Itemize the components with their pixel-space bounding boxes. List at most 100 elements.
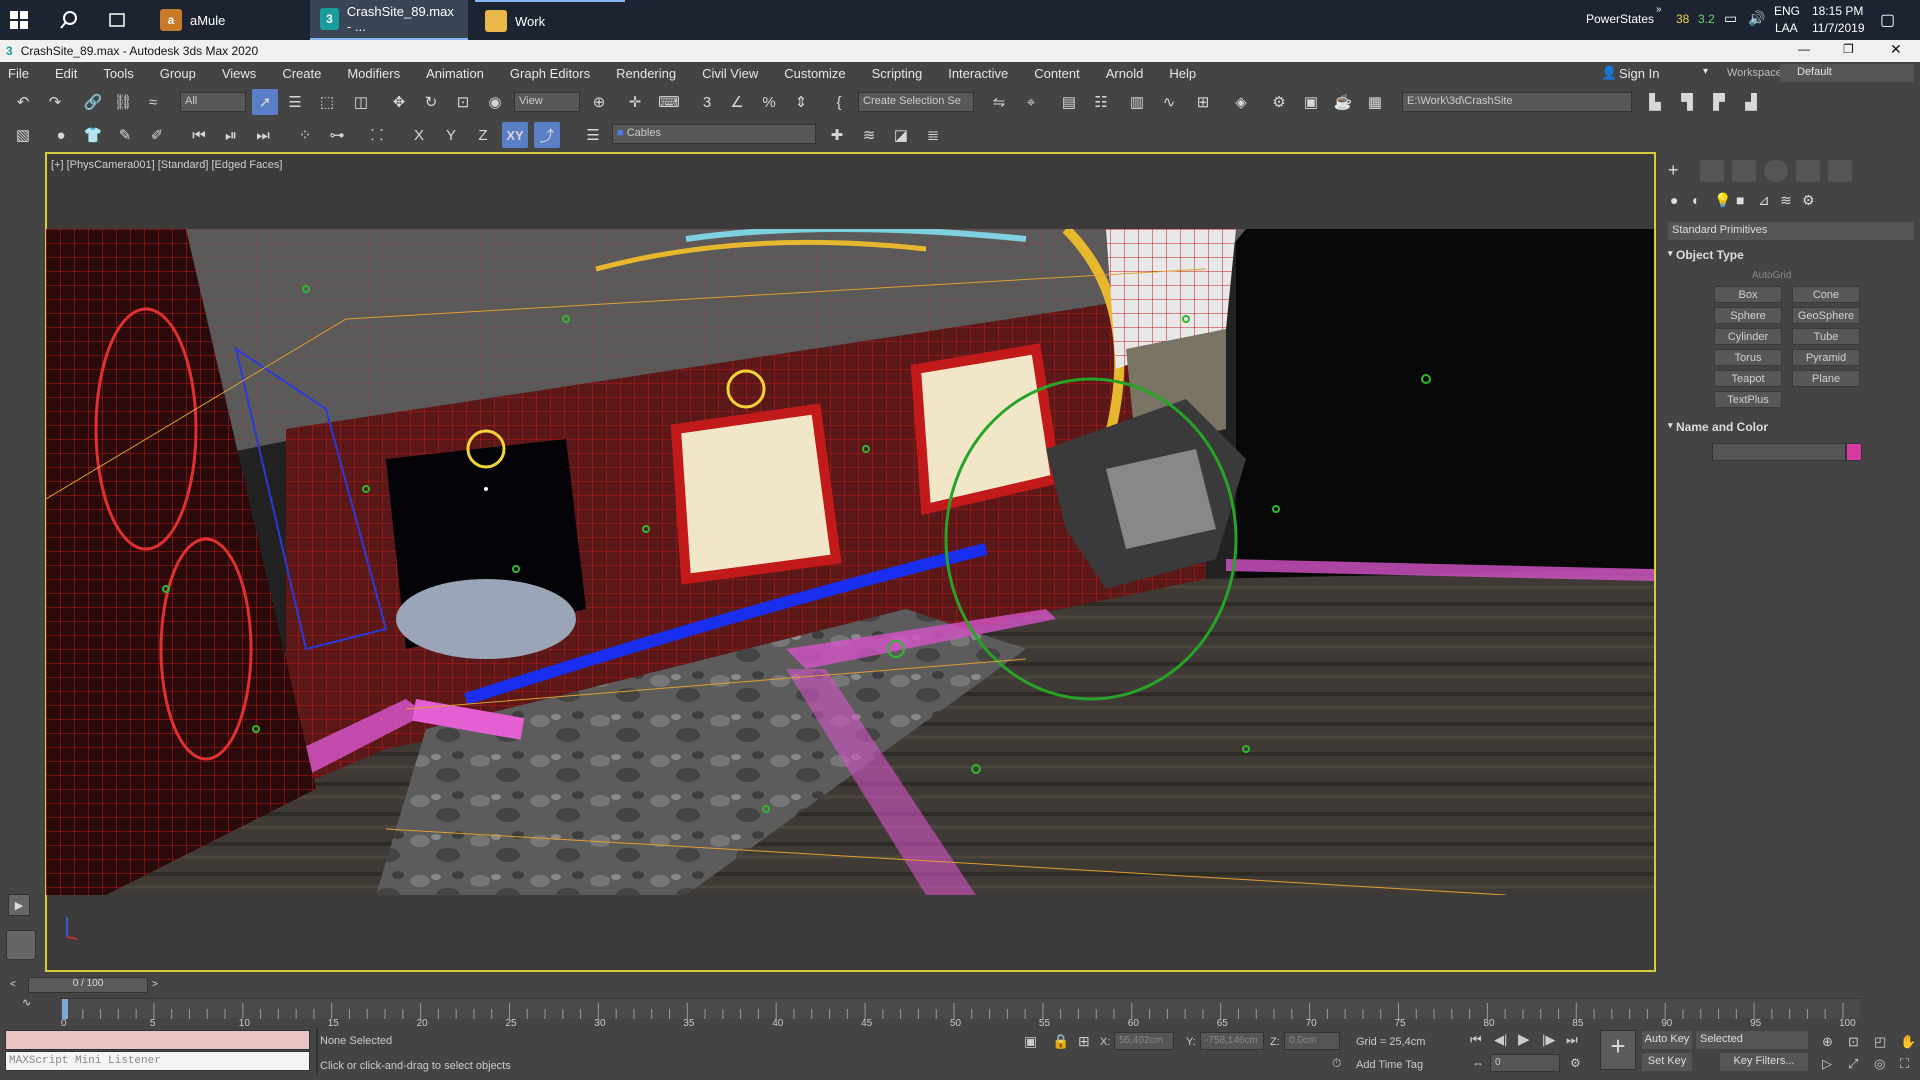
time-slider-prev-icon[interactable]: < bbox=[10, 979, 16, 990]
motion-tab-icon[interactable] bbox=[1764, 160, 1788, 182]
percent-snap-icon[interactable]: % bbox=[756, 89, 782, 115]
manipulate-icon[interactable]: ✛ bbox=[622, 89, 648, 115]
set-key-big-icon[interactable]: + bbox=[1600, 1030, 1636, 1070]
menu-edit[interactable]: Edit bbox=[42, 66, 90, 81]
menu-interactive[interactable]: Interactive bbox=[935, 66, 1021, 81]
isolate-icon[interactable]: ⸬ bbox=[364, 122, 390, 148]
systems-category-icon[interactable]: ⚙ bbox=[1802, 192, 1815, 209]
sphere-button[interactable]: Sphere bbox=[1714, 307, 1782, 324]
volume-icon[interactable]: 🔊 bbox=[1748, 10, 1765, 27]
cylinder-button[interactable]: Cylinder bbox=[1714, 328, 1782, 345]
time-slider[interactable]: 0 / 100 bbox=[28, 977, 148, 993]
layer-manager-icon[interactable]: ☰ bbox=[580, 122, 606, 148]
shirt-icon[interactable]: 👕 bbox=[80, 122, 106, 148]
previous-frame-icon[interactable]: ◀| bbox=[1494, 1032, 1507, 1048]
object-name-input[interactable] bbox=[1712, 443, 1846, 461]
clock-time[interactable]: 18:15 PM bbox=[1812, 4, 1863, 18]
render-production-icon[interactable]: ☕ bbox=[1330, 89, 1356, 115]
reference-coord-dropdown[interactable]: View bbox=[514, 92, 580, 112]
time-tag-icon[interactable]: ⏱ bbox=[1332, 1056, 1341, 1071]
render-setup-icon[interactable]: ⚙ bbox=[1266, 89, 1292, 115]
menu-help[interactable]: Help bbox=[1156, 66, 1209, 81]
taskbar-app-3dsmax[interactable]: 3 CrashSite_89.max - ... bbox=[310, 0, 468, 40]
menu-scripting[interactable]: Scripting bbox=[859, 66, 936, 81]
viewport-render[interactable] bbox=[46, 229, 1654, 895]
object-color-swatch[interactable] bbox=[1846, 443, 1862, 461]
timeline-track[interactable] bbox=[60, 998, 1860, 1019]
field-of-view-icon[interactable]: ◰ bbox=[1874, 1034, 1886, 1050]
menu-arnold[interactable]: Arnold bbox=[1093, 66, 1157, 81]
sphere-object-icon[interactable]: ● bbox=[48, 122, 74, 148]
layer-stack-icon[interactable]: ≣ bbox=[920, 122, 946, 148]
language-indicator[interactable]: ENG bbox=[1774, 4, 1800, 18]
mirror-icon[interactable]: ⇋ bbox=[986, 89, 1012, 115]
cameras-category-icon[interactable]: ■ bbox=[1736, 192, 1744, 208]
menu-group[interactable]: Group bbox=[147, 66, 209, 81]
walkthrough-icon[interactable]: ⤢ bbox=[1848, 1056, 1858, 1072]
network-icon[interactable]: ▭ bbox=[1724, 10, 1737, 27]
shapes-category-icon[interactable]: ◐ bbox=[1692, 192, 1700, 208]
bind-space-warp-icon[interactable]: ≈ bbox=[140, 89, 166, 115]
place-icon[interactable]: ◉ bbox=[482, 89, 508, 115]
tube-button[interactable]: Tube bbox=[1792, 328, 1860, 345]
add-to-layer-icon[interactable]: ≋ bbox=[856, 122, 882, 148]
geometry-category-icon[interactable]: ● bbox=[1670, 192, 1678, 208]
minimize-icon[interactable]: — bbox=[1798, 42, 1810, 56]
menu-modifiers[interactable]: Modifiers bbox=[334, 66, 413, 81]
y-coordinate-field[interactable]: -758,146cm bbox=[1200, 1032, 1264, 1050]
rotate-icon[interactable]: ↻ bbox=[418, 89, 444, 115]
maxscript-output[interactable] bbox=[5, 1030, 310, 1050]
anim-next-icon[interactable]: ⏭ bbox=[250, 122, 276, 148]
link-icon[interactable]: 🔗 bbox=[80, 89, 106, 115]
name-and-color-header[interactable]: Name and Color bbox=[1676, 420, 1768, 434]
clock-date[interactable]: 11/7/2019 bbox=[1812, 21, 1865, 35]
open-project-icon[interactable]: ▜ bbox=[1674, 89, 1700, 115]
zoom-all-icon[interactable]: ⊡ bbox=[1848, 1034, 1859, 1050]
keyboard-shortcut-icon[interactable]: ⌨ bbox=[656, 89, 682, 115]
absolute-mode-icon[interactable]: ⊞ bbox=[1078, 1033, 1090, 1050]
render-in-cloud-icon[interactable]: ▦ bbox=[1362, 89, 1388, 115]
redo-icon[interactable]: ↷ bbox=[42, 89, 68, 115]
time-slider-marker[interactable] bbox=[62, 999, 68, 1019]
set-key-button[interactable]: Set Key bbox=[1642, 1053, 1692, 1071]
menu-views[interactable]: Views bbox=[209, 66, 269, 81]
anim-prev-icon[interactable]: ⏮ bbox=[186, 122, 212, 148]
textplus-button[interactable]: TextPlus bbox=[1714, 391, 1782, 408]
pivot-center-icon[interactable]: ⊕ bbox=[586, 89, 612, 115]
rectangular-selection-icon[interactable]: ⬚ bbox=[314, 89, 340, 115]
undo-icon[interactable]: ↶ bbox=[10, 89, 36, 115]
snap-grid-icon[interactable]: ⁘ bbox=[292, 122, 318, 148]
project-path-dropdown[interactable]: E:\Work\3d\CrashSite bbox=[1402, 92, 1632, 112]
maximize-viewport-icon[interactable]: ⛶ bbox=[1900, 1056, 1909, 1072]
sign-in-button[interactable]: Sign In bbox=[1606, 66, 1672, 81]
select-object-icon[interactable]: ➚ bbox=[252, 89, 278, 115]
axis-y-button[interactable]: Y bbox=[438, 122, 464, 148]
cone-button[interactable]: Cone bbox=[1792, 286, 1860, 303]
select-by-name-icon[interactable]: ☰ bbox=[282, 89, 308, 115]
geosphere-button[interactable]: GeoSphere bbox=[1792, 307, 1860, 324]
menu-create[interactable]: Create bbox=[269, 66, 334, 81]
snap-vertex-icon[interactable]: ⊶ bbox=[324, 122, 350, 148]
brush-icon[interactable]: ✎ bbox=[112, 122, 138, 148]
autogrid-checkbox[interactable]: AutoGrid bbox=[1752, 270, 1791, 281]
anim-play-icon[interactable]: ⏯ bbox=[218, 122, 244, 148]
plane-button[interactable]: Plane bbox=[1792, 370, 1860, 387]
select-layer-icon[interactable]: ◪ bbox=[888, 122, 914, 148]
schematic-view-icon[interactable]: ⊞ bbox=[1190, 89, 1216, 115]
workspaces-dropdown[interactable]: Default bbox=[1780, 64, 1914, 82]
axis-xy-button[interactable]: XY bbox=[502, 122, 528, 148]
menu-animation[interactable]: Animation bbox=[413, 66, 497, 81]
close-icon[interactable]: ✕ bbox=[1890, 41, 1902, 58]
taskbar-app-amule[interactable]: a aMule bbox=[150, 0, 302, 40]
primitive-type-dropdown[interactable]: Standard Primitives bbox=[1668, 222, 1914, 240]
edit-named-selection-icon[interactable]: { bbox=[826, 89, 852, 115]
curve-editor-mini-icon[interactable]: ∿ bbox=[22, 996, 31, 1009]
material-editor-icon[interactable]: ◈ bbox=[1228, 89, 1254, 115]
go-to-end-icon[interactable]: ⏭ bbox=[1566, 1032, 1578, 1048]
spacewarps-category-icon[interactable]: ≋ bbox=[1780, 192, 1792, 209]
zoom-extents-icon[interactable]: ⊕ bbox=[1822, 1034, 1833, 1050]
selection-lock-icon[interactable]: 🔒 bbox=[1052, 1033, 1069, 1050]
angle-snap-icon[interactable]: ∠ bbox=[724, 89, 750, 115]
axis-x-button[interactable]: X bbox=[406, 122, 432, 148]
pyramid-button[interactable]: Pyramid bbox=[1792, 349, 1860, 366]
